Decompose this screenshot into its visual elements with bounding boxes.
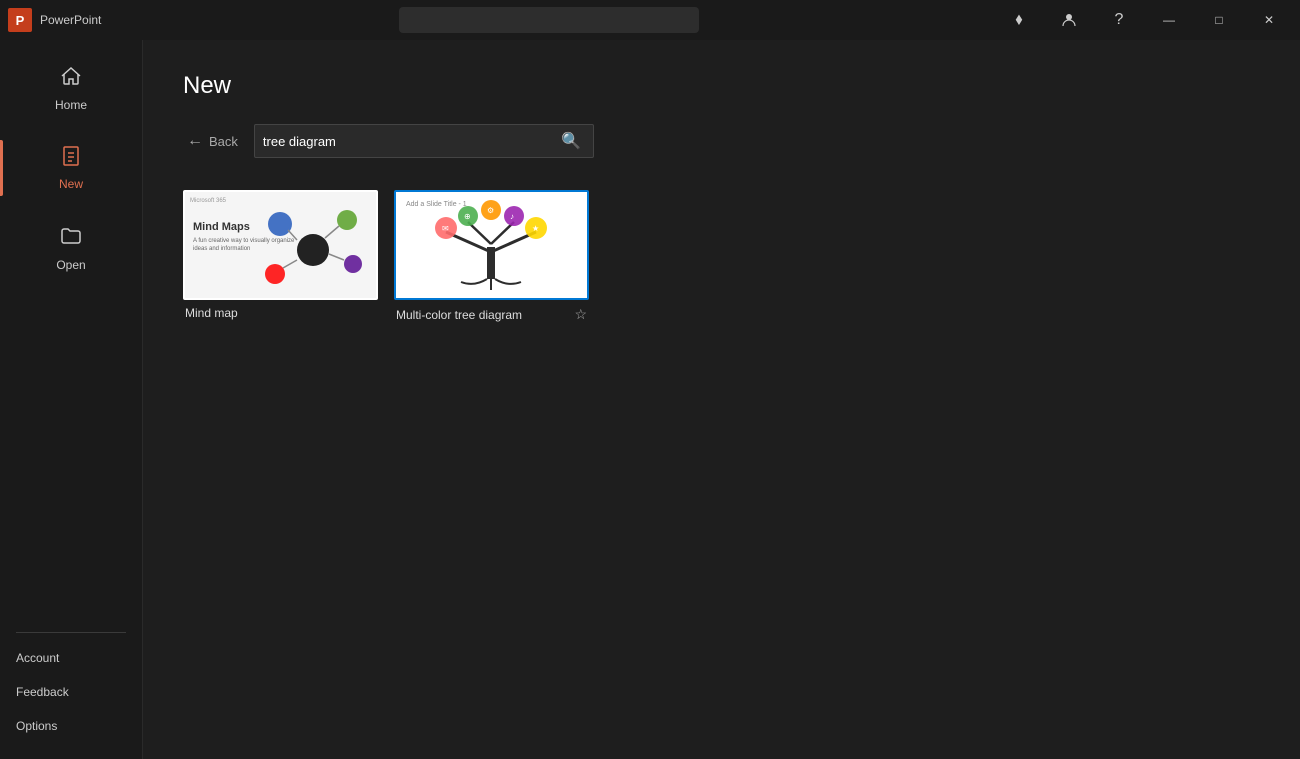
close-button[interactable]: ✕ xyxy=(1246,4,1292,36)
open-icon xyxy=(59,224,83,252)
sidebar-label-home: Home xyxy=(55,98,87,112)
titlebar-controls: ⬧ ? — □ ✕ xyxy=(996,4,1292,36)
app-icon: P xyxy=(8,8,32,32)
main-layout: Home New Open Account Feedback Options xyxy=(0,40,1300,759)
person-icon[interactable] xyxy=(1046,4,1092,36)
sidebar-item-home[interactable]: Home xyxy=(0,48,142,128)
minimize-button[interactable]: — xyxy=(1146,4,1192,36)
search-input[interactable] xyxy=(263,134,557,149)
sidebar-bottom: Account Feedback Options xyxy=(0,641,142,759)
svg-text:Add a Slide Title - 1: Add a Slide Title - 1 xyxy=(406,201,467,208)
svg-text:ideas and information: ideas and information xyxy=(193,246,250,252)
sidebar-item-open[interactable]: Open xyxy=(0,208,142,288)
home-icon xyxy=(59,64,83,92)
sidebar-divider xyxy=(16,632,126,633)
sidebar: Home New Open Account Feedback Options xyxy=(0,40,143,759)
svg-text:★: ★ xyxy=(532,224,539,233)
tree-label-row: Multi-color tree diagram ☆ xyxy=(394,300,589,325)
sidebar-label-open: Open xyxy=(56,258,85,272)
titlebar-search-box[interactable] xyxy=(399,7,699,33)
templates-grid: Microsoft 365 Mind Maps A fun creative w… xyxy=(183,190,1260,325)
mind-map-label: Mind map xyxy=(185,306,238,320)
svg-text:⚙: ⚙ xyxy=(487,206,494,215)
svg-text:Mind Maps: Mind Maps xyxy=(193,221,250,233)
app-title: PowerPoint xyxy=(40,13,101,27)
sidebar-nav: Home New Open xyxy=(0,40,142,624)
svg-text:♪: ♪ xyxy=(510,212,514,221)
maximize-button[interactable]: □ xyxy=(1196,4,1242,36)
search-button[interactable]: 🔍 xyxy=(557,129,585,153)
page-title: New xyxy=(183,72,1260,100)
new-icon xyxy=(60,145,82,171)
back-label: Back xyxy=(209,134,238,149)
svg-text:A fun creative way to visually: A fun creative way to visually organize xyxy=(193,238,295,244)
template-card-mind-map[interactable]: Microsoft 365 Mind Maps A fun creative w… xyxy=(183,190,378,325)
content-area: New ← Back 🔍 Microsoft 365 xyxy=(143,40,1300,759)
sidebar-item-options[interactable]: Options xyxy=(0,709,142,743)
tree-thumbnail: Add a Slide Title - 1 xyxy=(394,190,589,300)
mind-map-thumbnail: Microsoft 365 Mind Maps A fun creative w… xyxy=(183,190,378,300)
back-button[interactable]: ← Back xyxy=(183,128,242,154)
titlebar-left: P PowerPoint xyxy=(8,8,101,32)
svg-text:✉: ✉ xyxy=(442,224,449,233)
titlebar: P PowerPoint ⬧ ? — □ ✕ xyxy=(0,0,1300,40)
search-container: 🔍 xyxy=(254,124,594,158)
help-icon[interactable]: ? xyxy=(1096,4,1142,36)
svg-text:⊕: ⊕ xyxy=(464,212,471,221)
sidebar-item-account[interactable]: Account xyxy=(0,641,142,675)
back-arrow-icon: ← xyxy=(187,132,203,150)
sidebar-item-feedback[interactable]: Feedback xyxy=(0,675,142,709)
diamond-icon[interactable]: ⬧ xyxy=(996,4,1042,36)
tree-label: Multi-color tree diagram xyxy=(396,308,522,322)
template-card-tree[interactable]: Add a Slide Title - 1 xyxy=(394,190,589,325)
svg-text:Microsoft 365: Microsoft 365 xyxy=(190,198,227,204)
sidebar-item-new[interactable]: New xyxy=(0,128,142,208)
sidebar-label-new: New xyxy=(59,177,83,191)
search-bar: ← Back 🔍 xyxy=(183,124,1260,158)
mind-map-label-row: Mind map xyxy=(183,300,378,322)
favorite-star-icon[interactable]: ☆ xyxy=(574,306,587,323)
